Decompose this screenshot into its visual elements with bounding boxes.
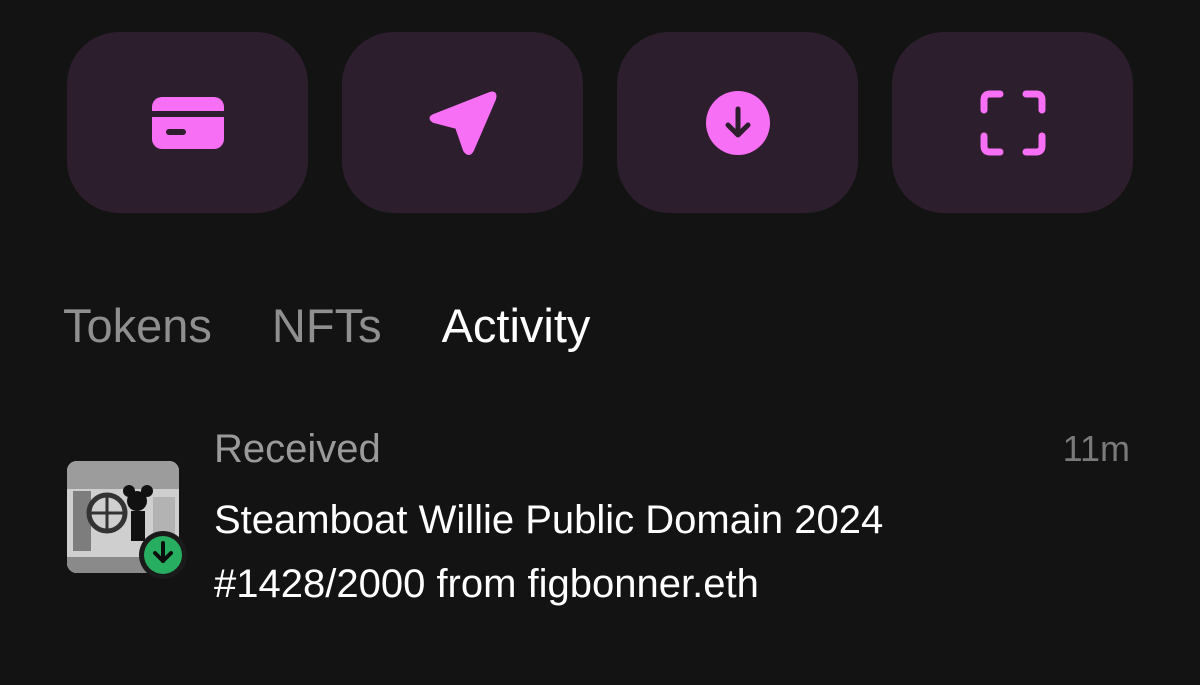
wallet-screen: Tokens NFTs Activity Received 11m Steamb… bbox=[0, 0, 1200, 685]
tab-nfts[interactable]: NFTs bbox=[272, 296, 382, 356]
nft-thumbnail-wrapper bbox=[67, 461, 187, 579]
tab-activity[interactable]: Activity bbox=[442, 296, 591, 356]
send-button[interactable] bbox=[342, 32, 583, 213]
send-icon bbox=[428, 90, 498, 156]
buy-button[interactable] bbox=[67, 32, 308, 213]
tab-tokens[interactable]: Tokens bbox=[63, 296, 212, 356]
receive-button[interactable] bbox=[617, 32, 858, 213]
credit-card-icon bbox=[151, 96, 224, 149]
receive-icon bbox=[705, 90, 770, 155]
received-badge bbox=[139, 531, 187, 579]
quick-actions bbox=[67, 32, 1133, 213]
scan-button[interactable] bbox=[892, 32, 1133, 213]
activity-type: Received bbox=[214, 427, 381, 471]
activity-list-item[interactable]: Received 11m Steamboat Willie Public Dom… bbox=[67, 424, 1147, 624]
arrow-down-icon bbox=[151, 540, 175, 571]
tab-bar: Tokens NFTs Activity bbox=[63, 296, 590, 356]
activity-description: Steamboat Willie Public Domain 2024 #142… bbox=[214, 498, 884, 606]
activity-timestamp: 11m bbox=[1062, 428, 1130, 469]
scan-icon bbox=[980, 90, 1046, 156]
